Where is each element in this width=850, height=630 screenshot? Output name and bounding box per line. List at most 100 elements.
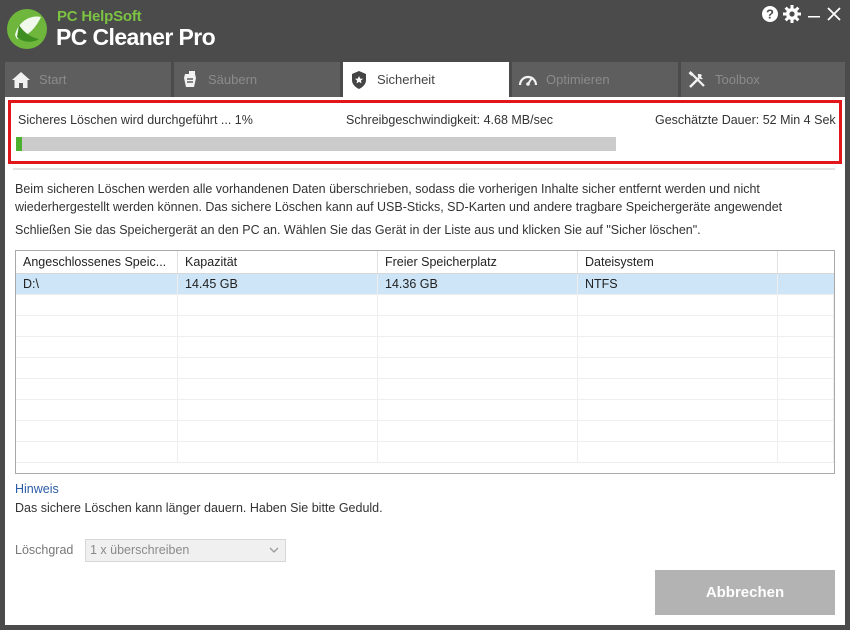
- table-row[interactable]: D:\ 14.45 GB 14.36 GB NTFS: [16, 274, 834, 295]
- empty-cell: [16, 316, 178, 337]
- progress-bar: [16, 137, 616, 151]
- app-logo: [7, 9, 47, 49]
- tab-label: Toolbox: [715, 72, 760, 87]
- table-row-empty: [16, 337, 834, 358]
- tab-optimieren[interactable]: Optimieren: [512, 62, 678, 97]
- empty-cell: [578, 316, 778, 337]
- tab-label: Sicherheit: [377, 72, 435, 87]
- divider: [13, 168, 835, 170]
- wipe-status-box: Sicheres Löschen wird durchgeführt ... 1…: [8, 100, 842, 164]
- tab-toolbox[interactable]: Toolbox: [681, 62, 845, 97]
- empty-cell: [378, 358, 578, 379]
- empty-cell: [16, 442, 178, 463]
- empty-cell: [578, 358, 778, 379]
- write-speed-text: Schreibgeschwindigkeit: 4.68 MB/sec: [346, 113, 554, 127]
- empty-cell: [178, 316, 378, 337]
- progress-bar-fill: [16, 137, 22, 151]
- empty-cell: [16, 400, 178, 421]
- svg-text:?: ?: [766, 7, 774, 22]
- progress-status-text: Sicheres Löschen wird durchgeführt ... 1…: [18, 113, 253, 127]
- chevron-down-icon: [269, 547, 279, 553]
- empty-cell: [178, 421, 378, 442]
- empty-cell: [578, 295, 778, 316]
- empty-cell: [16, 358, 178, 379]
- empty-cell: [778, 316, 834, 337]
- tab-saeubern[interactable]: Säubern: [174, 62, 340, 97]
- device-table[interactable]: Angeschlossenes Speic... Kapazität Freie…: [15, 250, 835, 474]
- help-icon[interactable]: ?: [760, 4, 780, 24]
- cell-free-space: 14.36 GB: [378, 274, 578, 295]
- shield-icon: [352, 71, 366, 89]
- table-row-empty: [16, 379, 834, 400]
- tab-start[interactable]: Start: [5, 62, 171, 97]
- empty-cell: [578, 400, 778, 421]
- empty-cell: [178, 358, 378, 379]
- tools-icon: [688, 71, 705, 88]
- empty-cell: [16, 379, 178, 400]
- app-title: PC Cleaner Pro: [56, 24, 216, 50]
- description-text: Beim sicheren Löschen werden alle vorhan…: [15, 182, 783, 214]
- column-header-capacity[interactable]: Kapazität: [178, 251, 378, 273]
- empty-cell: [178, 442, 378, 463]
- home-icon: [12, 72, 30, 88]
- table-row-empty: [16, 421, 834, 442]
- empty-cell: [778, 337, 834, 358]
- empty-cell: [378, 316, 578, 337]
- wipe-level-select[interactable]: 1 x überschreiben: [85, 539, 286, 562]
- app-window: PC HelpSoft PC Cleaner Pro ? Start Säube…: [0, 0, 850, 630]
- empty-cell: [778, 421, 834, 442]
- instruction-text: Schließen Sie das Speichergerät an den P…: [15, 223, 701, 237]
- column-header-filesystem[interactable]: Dateisystem: [578, 251, 778, 273]
- empty-cell: [16, 337, 178, 358]
- table-row-empty: [16, 358, 834, 379]
- empty-cell: [778, 295, 834, 316]
- cell-capacity: 14.45 GB: [178, 274, 378, 295]
- empty-cell: [378, 379, 578, 400]
- empty-cell: [578, 442, 778, 463]
- column-header-free-space[interactable]: Freier Speicherplatz: [378, 251, 578, 273]
- wipe-level-value: 1 x überschreiben: [90, 543, 190, 557]
- tab-label: Start: [39, 72, 67, 87]
- table-header: Angeschlossenes Speic... Kapazität Freie…: [16, 251, 834, 274]
- hint-text: Das sichere Löschen kann länger dauern. …: [15, 501, 383, 515]
- empty-cell: [378, 295, 578, 316]
- empty-cell: [378, 400, 578, 421]
- column-header-device[interactable]: Angeschlossenes Speic...: [16, 251, 178, 273]
- tab-label: Säubern: [208, 72, 258, 87]
- empty-cell: [578, 421, 778, 442]
- gauge-icon: [518, 75, 538, 86]
- cell-filesystem: NTFS: [578, 274, 778, 295]
- table-row-empty: [16, 295, 834, 316]
- main-tabs: Start Säubern Sicherheit Optimieren Tool…: [5, 62, 845, 97]
- cancel-button[interactable]: Abbrechen: [655, 570, 835, 615]
- empty-cell: [178, 379, 378, 400]
- empty-cell: [178, 400, 378, 421]
- title-bar: PC HelpSoft PC Cleaner Pro ?: [0, 0, 850, 60]
- gear-icon[interactable]: [782, 4, 802, 24]
- empty-cell: [778, 400, 834, 421]
- table-row-empty: [16, 400, 834, 421]
- tab-label: Optimieren: [546, 72, 610, 87]
- empty-cell: [16, 421, 178, 442]
- empty-cell: [178, 295, 378, 316]
- clean-icon: [184, 71, 196, 87]
- empty-cell: [778, 358, 834, 379]
- minimize-button[interactable]: [804, 4, 824, 24]
- empty-cell: [16, 295, 178, 316]
- empty-cell: [778, 442, 834, 463]
- hint-title: Hinweis: [15, 482, 59, 496]
- empty-cell: [578, 337, 778, 358]
- empty-cell: [578, 379, 778, 400]
- empty-cell: [178, 337, 378, 358]
- empty-cell: [378, 421, 578, 442]
- brand-subtitle: PC HelpSoft: [57, 8, 142, 25]
- table-row-empty: [16, 316, 834, 337]
- empty-cell: [378, 442, 578, 463]
- close-button[interactable]: [824, 4, 844, 24]
- empty-cell: [378, 337, 578, 358]
- cell-device: D:\: [16, 274, 178, 295]
- tab-sicherheit[interactable]: Sicherheit: [343, 62, 509, 97]
- wipe-level-label: Löschgrad: [15, 543, 74, 557]
- estimated-duration-text: Geschätzte Dauer: 52 Min 4 Sek: [655, 113, 836, 127]
- empty-cell: [778, 379, 834, 400]
